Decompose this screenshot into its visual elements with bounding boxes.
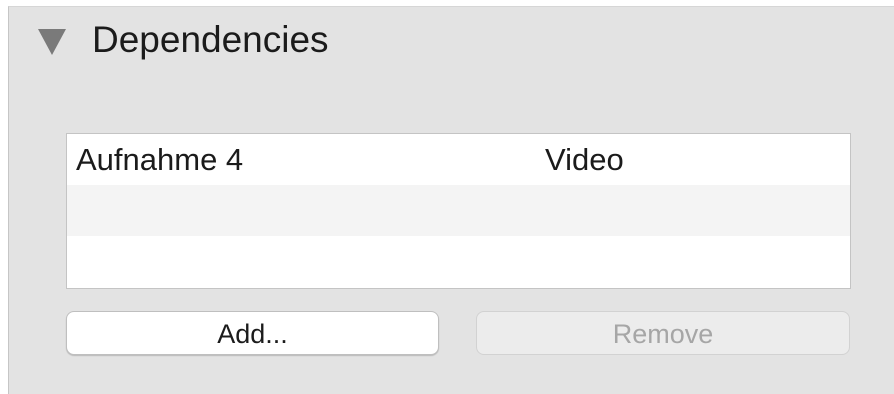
remove-button: Remove bbox=[476, 311, 850, 355]
dependencies-table[interactable]: Aufnahme 4 Video bbox=[66, 133, 851, 289]
dependency-type: Video bbox=[545, 142, 624, 177]
table-row[interactable] bbox=[67, 185, 850, 236]
section-title: Dependencies bbox=[92, 19, 329, 60]
add-button[interactable]: Add... bbox=[66, 311, 439, 355]
table-row[interactable]: Aufnahme 4 Video bbox=[67, 134, 850, 185]
disclosure-triangle-icon[interactable] bbox=[38, 29, 66, 55]
dependency-name: Aufnahme 4 bbox=[76, 142, 244, 177]
table-row[interactable] bbox=[67, 236, 850, 287]
